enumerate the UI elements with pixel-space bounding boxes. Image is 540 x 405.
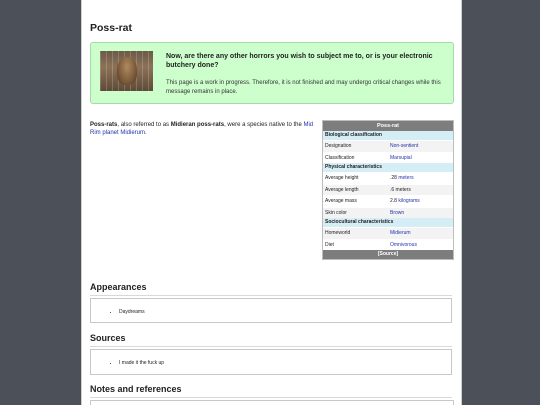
notice-body: This page is a work in progress. Therefo… — [166, 80, 441, 95]
designation-link[interactable]: Non-sentient — [390, 141, 453, 152]
infobox-row-designation: Designation Non-sentient — [323, 140, 453, 152]
infobox-row-homeworld: Homeworld Midierum — [323, 227, 453, 239]
infobox-row-height: Average height .28 meters — [323, 172, 453, 184]
article-page: Poss-rat Now, are there any other horror… — [81, 0, 462, 405]
infobox-row-mass: Average mass 2.8 kilograms — [323, 195, 453, 207]
sources-heading: Sources — [90, 333, 126, 343]
infobox-section-heading: Physical characteristics — [323, 163, 453, 172]
infobox-title: Poss-rat — [323, 121, 453, 131]
intro-paragraph: Poss-rats, also referred to as Midieran … — [90, 122, 314, 136]
infobox: Poss-rat Biological classification Desig… — [322, 120, 454, 260]
infobox-source-link[interactable]: [Source] — [323, 250, 453, 259]
divider — [90, 346, 452, 347]
notice-heading: Now, are there any other horrors you wis… — [166, 53, 433, 69]
appearances-box: Daydreams — [90, 298, 452, 323]
classification-link[interactable]: Marsupial — [390, 153, 453, 164]
divider — [90, 397, 452, 398]
work-in-progress-notice: Now, are there any other horrors you wis… — [90, 42, 454, 104]
notes-heading: Notes and references — [90, 384, 182, 394]
creature-figure — [117, 57, 137, 85]
page-title: Poss-rat — [90, 22, 133, 34]
kilograms-link[interactable]: kilograms — [398, 198, 419, 204]
divider — [90, 295, 452, 296]
appearances-heading: Appearances — [90, 282, 147, 292]
homeworld-value-link[interactable]: Midierum — [390, 228, 453, 239]
species-name: Poss-rats — [90, 122, 118, 128]
infobox-section-heading: Sociocultural characteristics — [323, 218, 453, 227]
infobox-row-diet: Diet Omnivorous — [323, 238, 453, 251]
sources-box: I made it the fuck up — [90, 349, 452, 375]
notes-box — [90, 400, 454, 405]
meters-link[interactable]: meters — [398, 175, 413, 181]
list-item: I made it the fuck up — [119, 358, 451, 368]
species-alt-name: Midieran poss-rats — [170, 122, 225, 128]
notice-image — [100, 51, 153, 91]
infobox-row-length: Average length .6 meters — [323, 183, 453, 195]
skin-color-link[interactable]: Brown — [390, 208, 453, 219]
infobox-row-classification: Classification Marsupial — [323, 151, 453, 164]
diet-link[interactable]: Omnivorous — [390, 240, 453, 251]
infobox-section-heading: Biological classification — [323, 131, 453, 140]
infobox-row-skin-color: Skin color Brown — [323, 206, 453, 219]
list-item: Daydreams — [119, 307, 451, 317]
